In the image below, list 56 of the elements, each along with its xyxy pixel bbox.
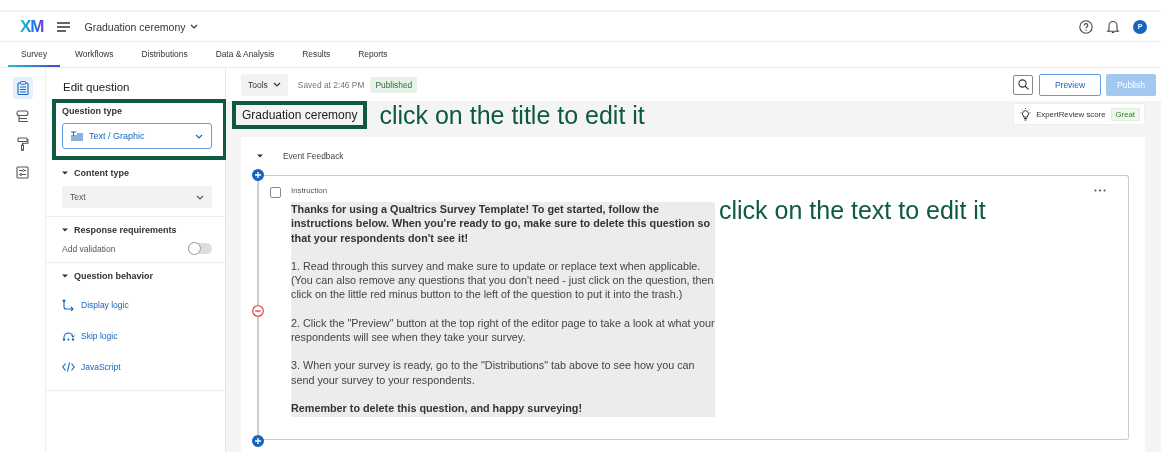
logic-link[interactable]: Skip logic (81, 330, 118, 341)
section-title[interactable]: Question behavior (74, 271, 153, 281)
lightbulb-icon (1020, 107, 1032, 121)
question-paragraph: Remember to delete this question, and happy surveying! (291, 400, 583, 416)
validation-toggle[interactable] (188, 243, 212, 254)
caret-icon[interactable] (257, 153, 263, 159)
caret-icon[interactable] (62, 170, 68, 176)
block-name[interactable]: Event Feedback (283, 151, 344, 161)
nav-tab[interactable]: Reports (345, 42, 401, 67)
nav-tab[interactable]: Workflows (62, 42, 127, 67)
annotation-text: click on the title to edit it (379, 101, 645, 129)
help-icon[interactable] (1079, 19, 1093, 34)
search-icon (1017, 79, 1029, 90)
logic-link[interactable]: Display logic (81, 299, 129, 310)
code-icon (62, 361, 75, 372)
content-type-dropdown[interactable]: Text (62, 186, 212, 208)
skip-arc-icon (62, 330, 75, 341)
notifications-icon[interactable] (1106, 19, 1120, 34)
nav-tab[interactable]: Distributions (128, 42, 201, 67)
survey-title[interactable]: Graduation ceremony (232, 101, 368, 129)
add-icon[interactable] (252, 169, 264, 181)
caret-icon[interactable] (62, 273, 68, 279)
preview-button[interactable]: Preview (1039, 73, 1101, 96)
menu-icon[interactable] (56, 21, 70, 32)
annotation-text: click on the text to edit it (719, 196, 986, 225)
logic-link[interactable]: JavaScript (81, 361, 121, 372)
question-paragraph: 1. Read through this survey and make sure to update or replace text when applicable. (You can also remove any questions that you don't need - just click on the question, then click on the little red minus button to the left of the question to put it into the trash.) (291, 258, 715, 302)
nav-tab[interactable]: Data & Analysis (202, 42, 288, 67)
question-paragraph: 3. When your survey is ready, go to the "Distributions" tab above to see how you can send your survey to your respondents. (291, 358, 696, 387)
toggle-label: Add validation (62, 243, 116, 254)
caret-icon[interactable] (62, 227, 68, 233)
nav-tab[interactable]: Results (289, 42, 344, 67)
chevron-icon (195, 133, 203, 139)
more-options-icon[interactable] (1094, 189, 1106, 192)
search-button[interactable] (1013, 74, 1033, 95)
chevron-icon (196, 194, 204, 200)
branch-arrow-icon (62, 298, 75, 311)
question-paragraph: Thanks for using a Qualtrics Survey Template! To get started, follow the instructions below. When you're ready to go, make sure to delete this question so that your respondents don't see it! (291, 202, 712, 245)
section-label: Question type (62, 106, 123, 116)
question-card[interactable] (257, 175, 1129, 441)
question-type-dropdown[interactable]: Text / Graphic (62, 123, 212, 149)
panel-heading: Edit question (62, 80, 131, 95)
chevron-icon (190, 24, 199, 29)
section-title[interactable]: Response requirements (74, 225, 177, 235)
saved-status: Saved at 2:46 PM (297, 79, 365, 90)
question-checkbox[interactable] (270, 187, 281, 198)
status-badge: Published (370, 76, 418, 93)
chevron-icon (272, 82, 281, 87)
remove-icon[interactable] (252, 305, 264, 317)
add-icon[interactable] (252, 435, 264, 448)
clipboard-icon[interactable] (12, 77, 33, 99)
project-title-dropdown[interactable]: Graduation ceremony (84, 20, 199, 33)
question-paragraph: 2. Click the "Preview" button at the top right of the editor page to take a look at what your respondents will see when they take your survey. (291, 315, 715, 345)
tools-dropdown[interactable]: Tools (241, 73, 288, 96)
nav-tab[interactable]: Survey (8, 42, 61, 67)
section-title[interactable]: Content type (74, 168, 129, 178)
